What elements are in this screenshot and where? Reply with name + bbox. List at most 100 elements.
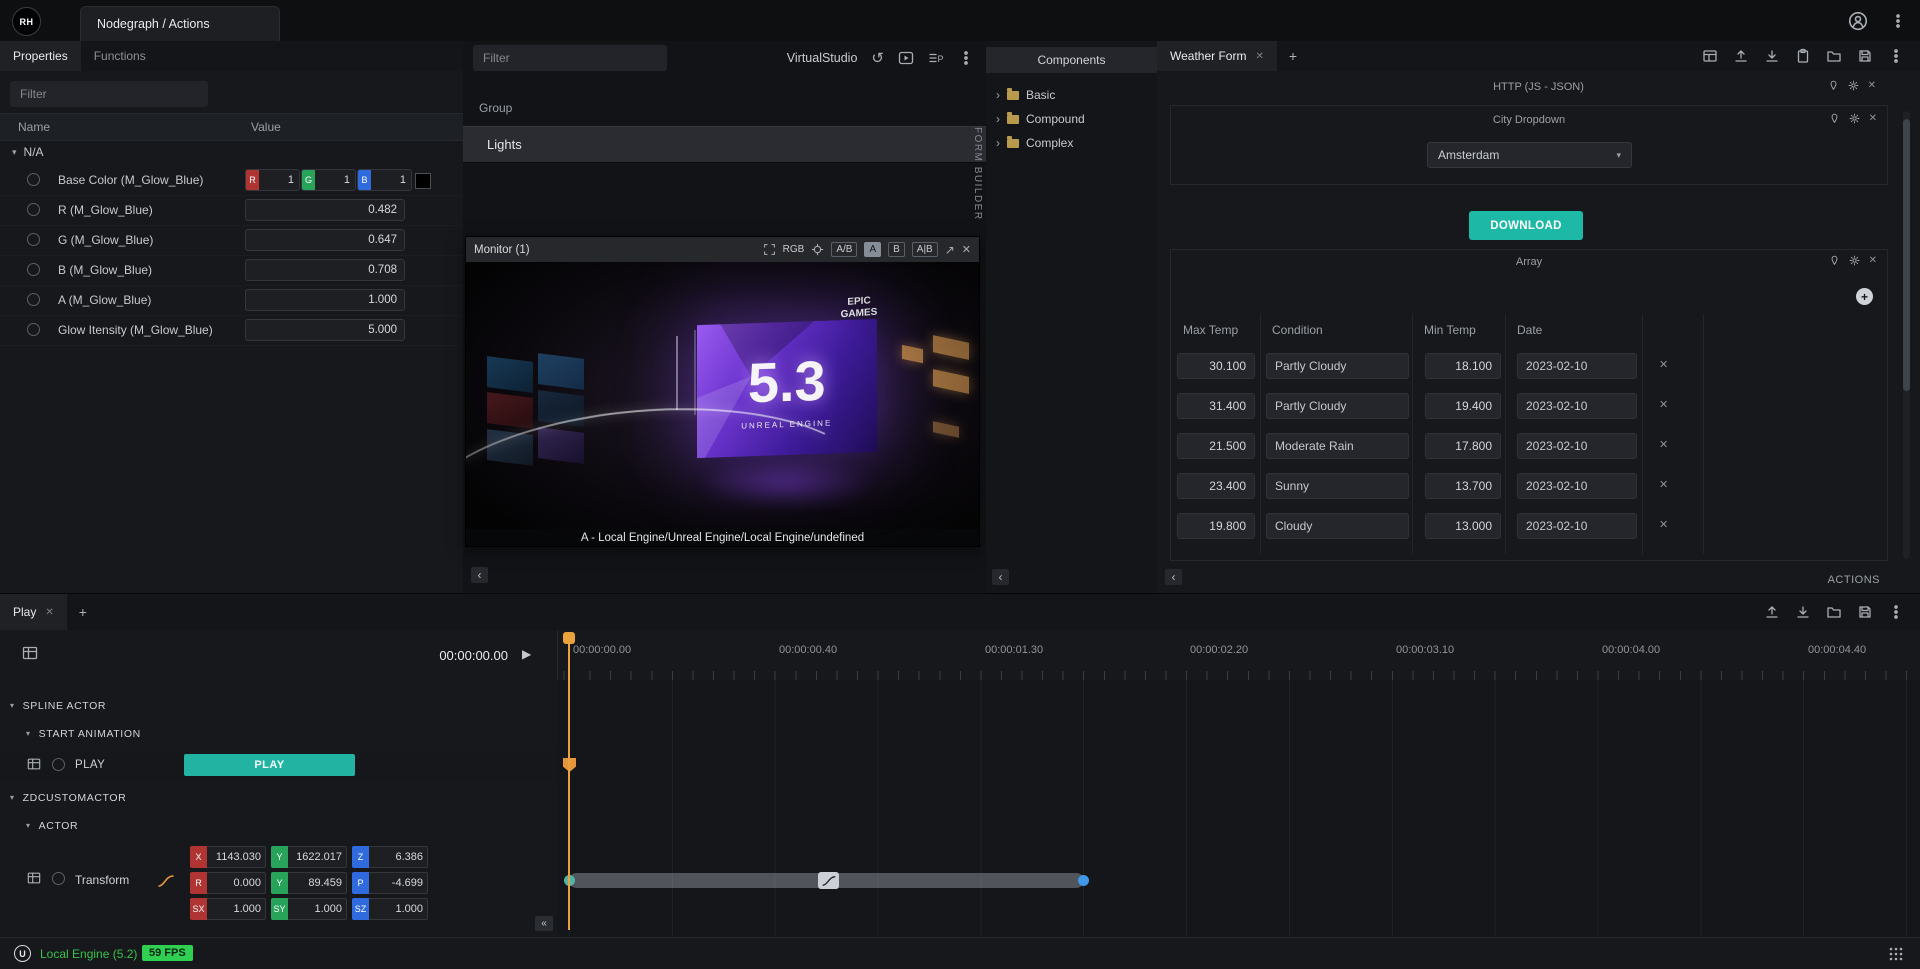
- add-sequence-tab-button[interactable]: +: [67, 594, 99, 630]
- property-value-input[interactable]: 0.708: [245, 259, 405, 281]
- board-icon[interactable]: [27, 757, 41, 771]
- upload-icon[interactable]: [1764, 604, 1780, 620]
- section-close-icon[interactable]: ✕: [1868, 80, 1876, 91]
- delete-row-icon[interactable]: ✕: [1659, 358, 1668, 371]
- track-group-spline-actor[interactable]: ▾ SPLINE ACTOR: [0, 692, 557, 719]
- min-temp-input[interactable]: 18.100: [1425, 353, 1501, 379]
- track-radio[interactable]: [52, 872, 65, 885]
- property-value-input[interactable]: 5.000: [245, 319, 405, 341]
- transform-field[interactable]: SY1.000: [271, 898, 347, 920]
- preview-play-icon[interactable]: [898, 50, 914, 66]
- condition-input[interactable]: Partly Cloudy: [1266, 393, 1409, 419]
- components-item-complex[interactable]: › Complex: [986, 131, 1157, 155]
- monitor-close-icon[interactable]: ✕: [962, 243, 971, 256]
- rgb-channel-button[interactable]: RGB: [783, 244, 805, 255]
- color-b-field[interactable]: B 1: [357, 169, 412, 191]
- folder-open-icon[interactable]: [1826, 604, 1842, 620]
- graph-menu-icon[interactable]: [958, 50, 974, 66]
- date-input[interactable]: 2023-02-10: [1517, 473, 1637, 499]
- topbar-menu-icon[interactable]: [1890, 13, 1906, 29]
- color-swatch[interactable]: [415, 173, 431, 189]
- city-dropdown[interactable]: Amsterdam ▾: [1427, 142, 1632, 168]
- track-actor[interactable]: ▾ ACTOR: [0, 812, 557, 839]
- download-icon[interactable]: [1795, 604, 1811, 620]
- tab-properties[interactable]: Properties: [0, 41, 81, 71]
- graph-scroll-left-button[interactable]: ‹: [471, 567, 488, 583]
- components-item-compound[interactable]: › Compound: [986, 107, 1157, 131]
- nodegraph-filter-input[interactable]: [473, 45, 667, 71]
- keyframe-dot-end[interactable]: [1078, 875, 1089, 886]
- components-item-basic[interactable]: › Basic: [986, 83, 1157, 107]
- transform-field[interactable]: X1143.030: [190, 846, 266, 868]
- transform-field[interactable]: R0.000: [190, 872, 266, 894]
- max-temp-input[interactable]: 21.500: [1177, 433, 1255, 459]
- delete-row-icon[interactable]: ✕: [1659, 478, 1668, 491]
- tab-functions[interactable]: Functions: [81, 41, 159, 71]
- ab-split-button[interactable]: A|B: [912, 242, 938, 257]
- track-row-play[interactable]: PLAY PLAY: [0, 750, 557, 780]
- table-view-icon[interactable]: [1702, 48, 1718, 64]
- app-grid-icon[interactable]: [1888, 946, 1904, 962]
- target-icon[interactable]: [811, 243, 824, 256]
- max-temp-input[interactable]: 30.100: [1177, 353, 1255, 379]
- form-builder-tab[interactable]: FORM BUILDER: [970, 121, 985, 227]
- sequencer-menu-icon[interactable]: [1888, 604, 1904, 620]
- play-icon[interactable]: ▶: [522, 647, 531, 661]
- pin-icon[interactable]: [1829, 113, 1840, 124]
- save-icon[interactable]: [1857, 48, 1873, 64]
- app-logo[interactable]: RH: [12, 7, 41, 36]
- fit-view-icon[interactable]: [763, 243, 776, 256]
- condition-input[interactable]: Moderate Rain: [1266, 433, 1409, 459]
- gear-icon[interactable]: [1848, 80, 1859, 91]
- node-lights[interactable]: Lights: [463, 126, 986, 163]
- components-scroll-left-button[interactable]: ‹: [992, 569, 1009, 585]
- delete-row-icon[interactable]: ✕: [1659, 438, 1668, 451]
- date-input[interactable]: 2023-02-10: [1517, 353, 1637, 379]
- form-menu-icon[interactable]: [1888, 48, 1904, 64]
- min-temp-input[interactable]: 19.400: [1425, 393, 1501, 419]
- folder-open-icon[interactable]: [1826, 48, 1842, 64]
- download-icon[interactable]: [1764, 48, 1780, 64]
- transform-field[interactable]: Z6.386: [352, 846, 428, 868]
- condition-input[interactable]: Cloudy: [1266, 513, 1409, 539]
- add-array-row-button[interactable]: +: [1856, 288, 1873, 305]
- delete-row-icon[interactable]: ✕: [1659, 398, 1668, 411]
- collapse-tree-button[interactable]: «: [535, 916, 553, 931]
- property-radio[interactable]: [27, 293, 40, 306]
- panel-toggle-icon[interactable]: P: [928, 50, 944, 66]
- color-g-field[interactable]: G 1: [301, 169, 356, 191]
- tab-nodegraph-actions[interactable]: Nodegraph / Actions: [80, 6, 280, 41]
- section-close-icon[interactable]: ✕: [1869, 113, 1877, 124]
- properties-filter-input[interactable]: [10, 81, 208, 107]
- playhead-line[interactable]: [568, 632, 570, 930]
- track-radio[interactable]: [52, 758, 65, 771]
- delete-row-icon[interactable]: ✕: [1659, 518, 1668, 531]
- board-icon[interactable]: [27, 871, 41, 885]
- close-tab-icon[interactable]: ✕: [45, 607, 53, 618]
- min-temp-input[interactable]: 13.700: [1425, 473, 1501, 499]
- play-action-button[interactable]: PLAY: [184, 754, 355, 776]
- form-scroll-left-button[interactable]: ‹: [1165, 569, 1182, 585]
- form-scrollbar-thumb[interactable]: [1903, 119, 1910, 391]
- condition-input[interactable]: Partly Cloudy: [1266, 353, 1409, 379]
- playhead-handle[interactable]: [563, 632, 575, 644]
- history-icon[interactable]: ↺: [871, 49, 884, 67]
- sequencer-board-icon[interactable]: [22, 645, 38, 661]
- timeline-area[interactable]: [557, 680, 1920, 938]
- pin-icon[interactable]: [1829, 255, 1840, 266]
- date-input[interactable]: 2023-02-10: [1517, 393, 1637, 419]
- property-radio[interactable]: [27, 173, 40, 186]
- popout-icon[interactable]: ↗: [945, 243, 955, 257]
- min-temp-input[interactable]: 17.800: [1425, 433, 1501, 459]
- property-radio[interactable]: [27, 233, 40, 246]
- monitor-video[interactable]: 5.3 UNREAL ENGINE EPIC GAMES A - Local E…: [466, 262, 979, 546]
- upload-icon[interactable]: [1733, 48, 1749, 64]
- clipboard-icon[interactable]: [1795, 48, 1811, 64]
- add-tab-button[interactable]: +: [1277, 41, 1309, 71]
- max-temp-input[interactable]: 19.800: [1177, 513, 1255, 539]
- min-temp-input[interactable]: 13.000: [1425, 513, 1501, 539]
- gear-icon[interactable]: [1849, 113, 1860, 124]
- save-icon[interactable]: [1857, 604, 1873, 620]
- ab-compare-button[interactable]: A/B: [831, 242, 857, 257]
- form-scrollbar[interactable]: [1903, 111, 1910, 559]
